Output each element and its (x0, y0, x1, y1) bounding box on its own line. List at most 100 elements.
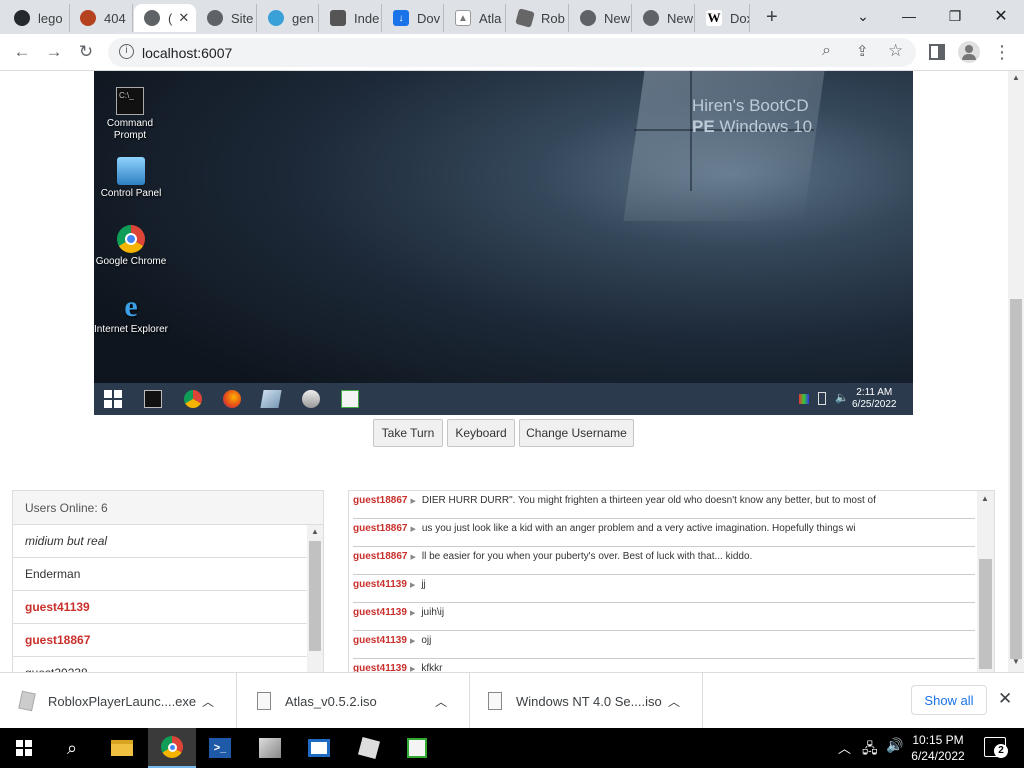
vm-taskbar-chrome-icon[interactable] (184, 390, 202, 408)
chat-username[interactable]: guest41139 (353, 579, 407, 590)
download-item[interactable]: RobloxPlayerLaunc....exe ︿ (0, 673, 237, 729)
chevron-up-icon[interactable]: ︿ (202, 693, 214, 710)
scroll-down-arrow-icon[interactable]: ▼ (1012, 657, 1020, 666)
tab-search-button[interactable]: ⌄ (840, 0, 886, 32)
vm-tray-color-icon[interactable] (799, 394, 809, 404)
taskbar-app-chart[interactable] (393, 728, 441, 768)
scroll-up-arrow-icon[interactable]: ▲ (311, 527, 319, 536)
taskbar-app-window[interactable] (295, 728, 343, 768)
chat-username[interactable]: guest41139 (353, 607, 407, 618)
scroll-up-arrow-icon[interactable]: ▲ (981, 494, 989, 503)
chat-username[interactable]: guest18867 (353, 523, 407, 534)
download-filename: RobloxPlayerLaunc....exe (48, 693, 197, 709)
desktop-icon-internet-explorer[interactable]: e Internet Explorer (94, 292, 169, 336)
user-item[interactable]: guest20238 (13, 657, 307, 672)
chat-scrollbar[interactable]: ▲ (977, 491, 994, 672)
desktop-icon-control-panel[interactable]: Control Panel (94, 157, 169, 200)
download-item[interactable]: Atlas_v0.5.2.iso ︿ (237, 673, 470, 729)
user-item[interactable]: guest41139 (13, 591, 307, 624)
share-icon[interactable]: ⇪ (856, 42, 869, 60)
download-bar: RobloxPlayerLaunc....exe ︿ Atlas_v0.5.2.… (0, 672, 1024, 729)
vm-taskbar-monitor-icon[interactable] (341, 390, 359, 408)
arrow-right-icon: ▶ (409, 582, 416, 589)
tab-site[interactable]: Site (197, 4, 257, 32)
chrome-menu-icon[interactable]: ⋮ (990, 40, 1014, 64)
show-all-downloads-button[interactable]: Show all (911, 685, 987, 715)
wayback-icon (330, 10, 346, 26)
globe-icon (144, 10, 160, 26)
close-download-bar-icon[interactable]: ✕ (998, 689, 1012, 709)
taskbar-chrome[interactable] (148, 728, 196, 768)
forward-button[interactable]: → (42, 40, 66, 64)
tab-active-localhost[interactable]: ( ✕ (134, 4, 196, 32)
tab-atlas[interactable]: ▲ Atla (445, 4, 506, 32)
notification-center-icon[interactable]: 2 (984, 737, 1008, 758)
maximize-button[interactable]: ❐ (932, 0, 978, 32)
side-panel-icon[interactable] (929, 44, 945, 60)
chat-username[interactable]: guest41139 (353, 635, 407, 646)
close-window-button[interactable]: ✕ (978, 0, 1024, 32)
tab-index[interactable]: Inde (320, 4, 382, 32)
vm-start-button[interactable] (104, 390, 122, 408)
tab-new-1[interactable]: New (570, 4, 632, 32)
tab-gen[interactable]: gen (258, 4, 319, 32)
tab-github[interactable]: lego (4, 4, 70, 32)
taskbar-file-explorer[interactable] (98, 728, 146, 768)
vm-tray-volume-icon[interactable]: 🔈 (835, 391, 849, 404)
chat-text: juih\ij (421, 607, 445, 618)
command-prompt-icon: C:\_ (116, 87, 144, 115)
close-tab-icon[interactable]: ✕ (178, 10, 189, 26)
minimize-button[interactable]: — (886, 0, 932, 32)
profile-avatar-icon[interactable] (958, 41, 980, 63)
search-button[interactable]: ⌕ (48, 728, 96, 768)
tab-roblox[interactable]: Rob (507, 4, 569, 32)
tab-404[interactable]: 404 (70, 4, 133, 32)
tab-strip: lego 404 ( ✕ Site gen Inde ↓ Dov ▲ Atla … (0, 0, 1024, 34)
vm-taskbar-tool-icon[interactable] (302, 390, 320, 408)
vm-taskbar-cmd-icon[interactable] (144, 390, 162, 408)
vm-tray-device-icon[interactable] (818, 392, 826, 405)
chevron-up-icon[interactable]: ︿ (838, 738, 851, 757)
vm-taskbar-notepad-icon[interactable] (260, 390, 282, 408)
desktop-icon-google-chrome[interactable]: Google Chrome (94, 225, 169, 268)
chat-username[interactable]: guest41139 (353, 663, 407, 672)
tab-new-2[interactable]: New (633, 4, 695, 32)
address-bar[interactable]: i localhost:6007 ⌕ ⇪ ☆ (108, 38, 916, 67)
vm-taskbar-firefox-icon[interactable] (223, 390, 241, 408)
users-scrollbar-thumb[interactable] (309, 541, 321, 651)
take-turn-button[interactable]: Take Turn (373, 419, 443, 447)
scroll-up-arrow-icon[interactable]: ▲ (1012, 73, 1020, 82)
desktop-icon-command-prompt[interactable]: C:\_ Command Prompt (94, 87, 168, 142)
taskbar-vm-app[interactable] (246, 728, 294, 768)
user-item[interactable]: midium but real (13, 525, 307, 558)
user-item[interactable]: guest18867 (13, 624, 307, 657)
network-icon[interactable]: 🖧 (862, 738, 878, 762)
users-scrollbar[interactable]: ▲ (307, 525, 323, 672)
info-icon[interactable]: i (119, 44, 134, 59)
chat-username[interactable]: guest18867 (353, 495, 407, 506)
host-clock[interactable]: 10:15 PM 6/24/2022 (906, 732, 970, 764)
page-scrollbar[interactable]: ▲ ▼ (1008, 71, 1024, 672)
new-tab-button[interactable]: + (766, 6, 778, 29)
change-username-button[interactable]: Change Username (519, 419, 634, 447)
bookmark-star-icon[interactable]: ☆ (888, 41, 903, 61)
chevron-up-icon[interactable]: ︿ (668, 693, 680, 710)
page-scrollbar-thumb[interactable] (1010, 299, 1022, 659)
chevron-up-icon[interactable]: ︿ (435, 693, 447, 710)
user-item[interactable]: Enderman (13, 558, 307, 591)
taskbar-powershell[interactable]: >_ (196, 728, 244, 768)
keyboard-button[interactable]: Keyboard (447, 419, 515, 447)
chat-scrollbar-thumb[interactable] (979, 559, 992, 669)
windows-start-button[interactable] (0, 728, 48, 768)
download-item[interactable]: Windows NT 4.0 Se....iso ︿ (470, 673, 703, 729)
taskbar-roblox[interactable] (345, 728, 393, 768)
back-button[interactable]: ← (10, 40, 34, 64)
tab-wikipedia[interactable]: W Dox (696, 4, 750, 32)
vm-clock[interactable]: 2:11 AM 6/25/2022 (852, 387, 897, 411)
tab-download[interactable]: ↓ Dov (383, 4, 444, 32)
chat-username[interactable]: guest18867 (353, 551, 407, 562)
volume-icon[interactable]: 🔊 (886, 737, 903, 754)
reload-button[interactable]: ↻ (74, 40, 98, 64)
vm-screen[interactable]: Hiren's BootCD PE Windows 10 C:\_ Comman… (94, 71, 913, 415)
zoom-icon[interactable]: ⌕ (822, 42, 831, 60)
